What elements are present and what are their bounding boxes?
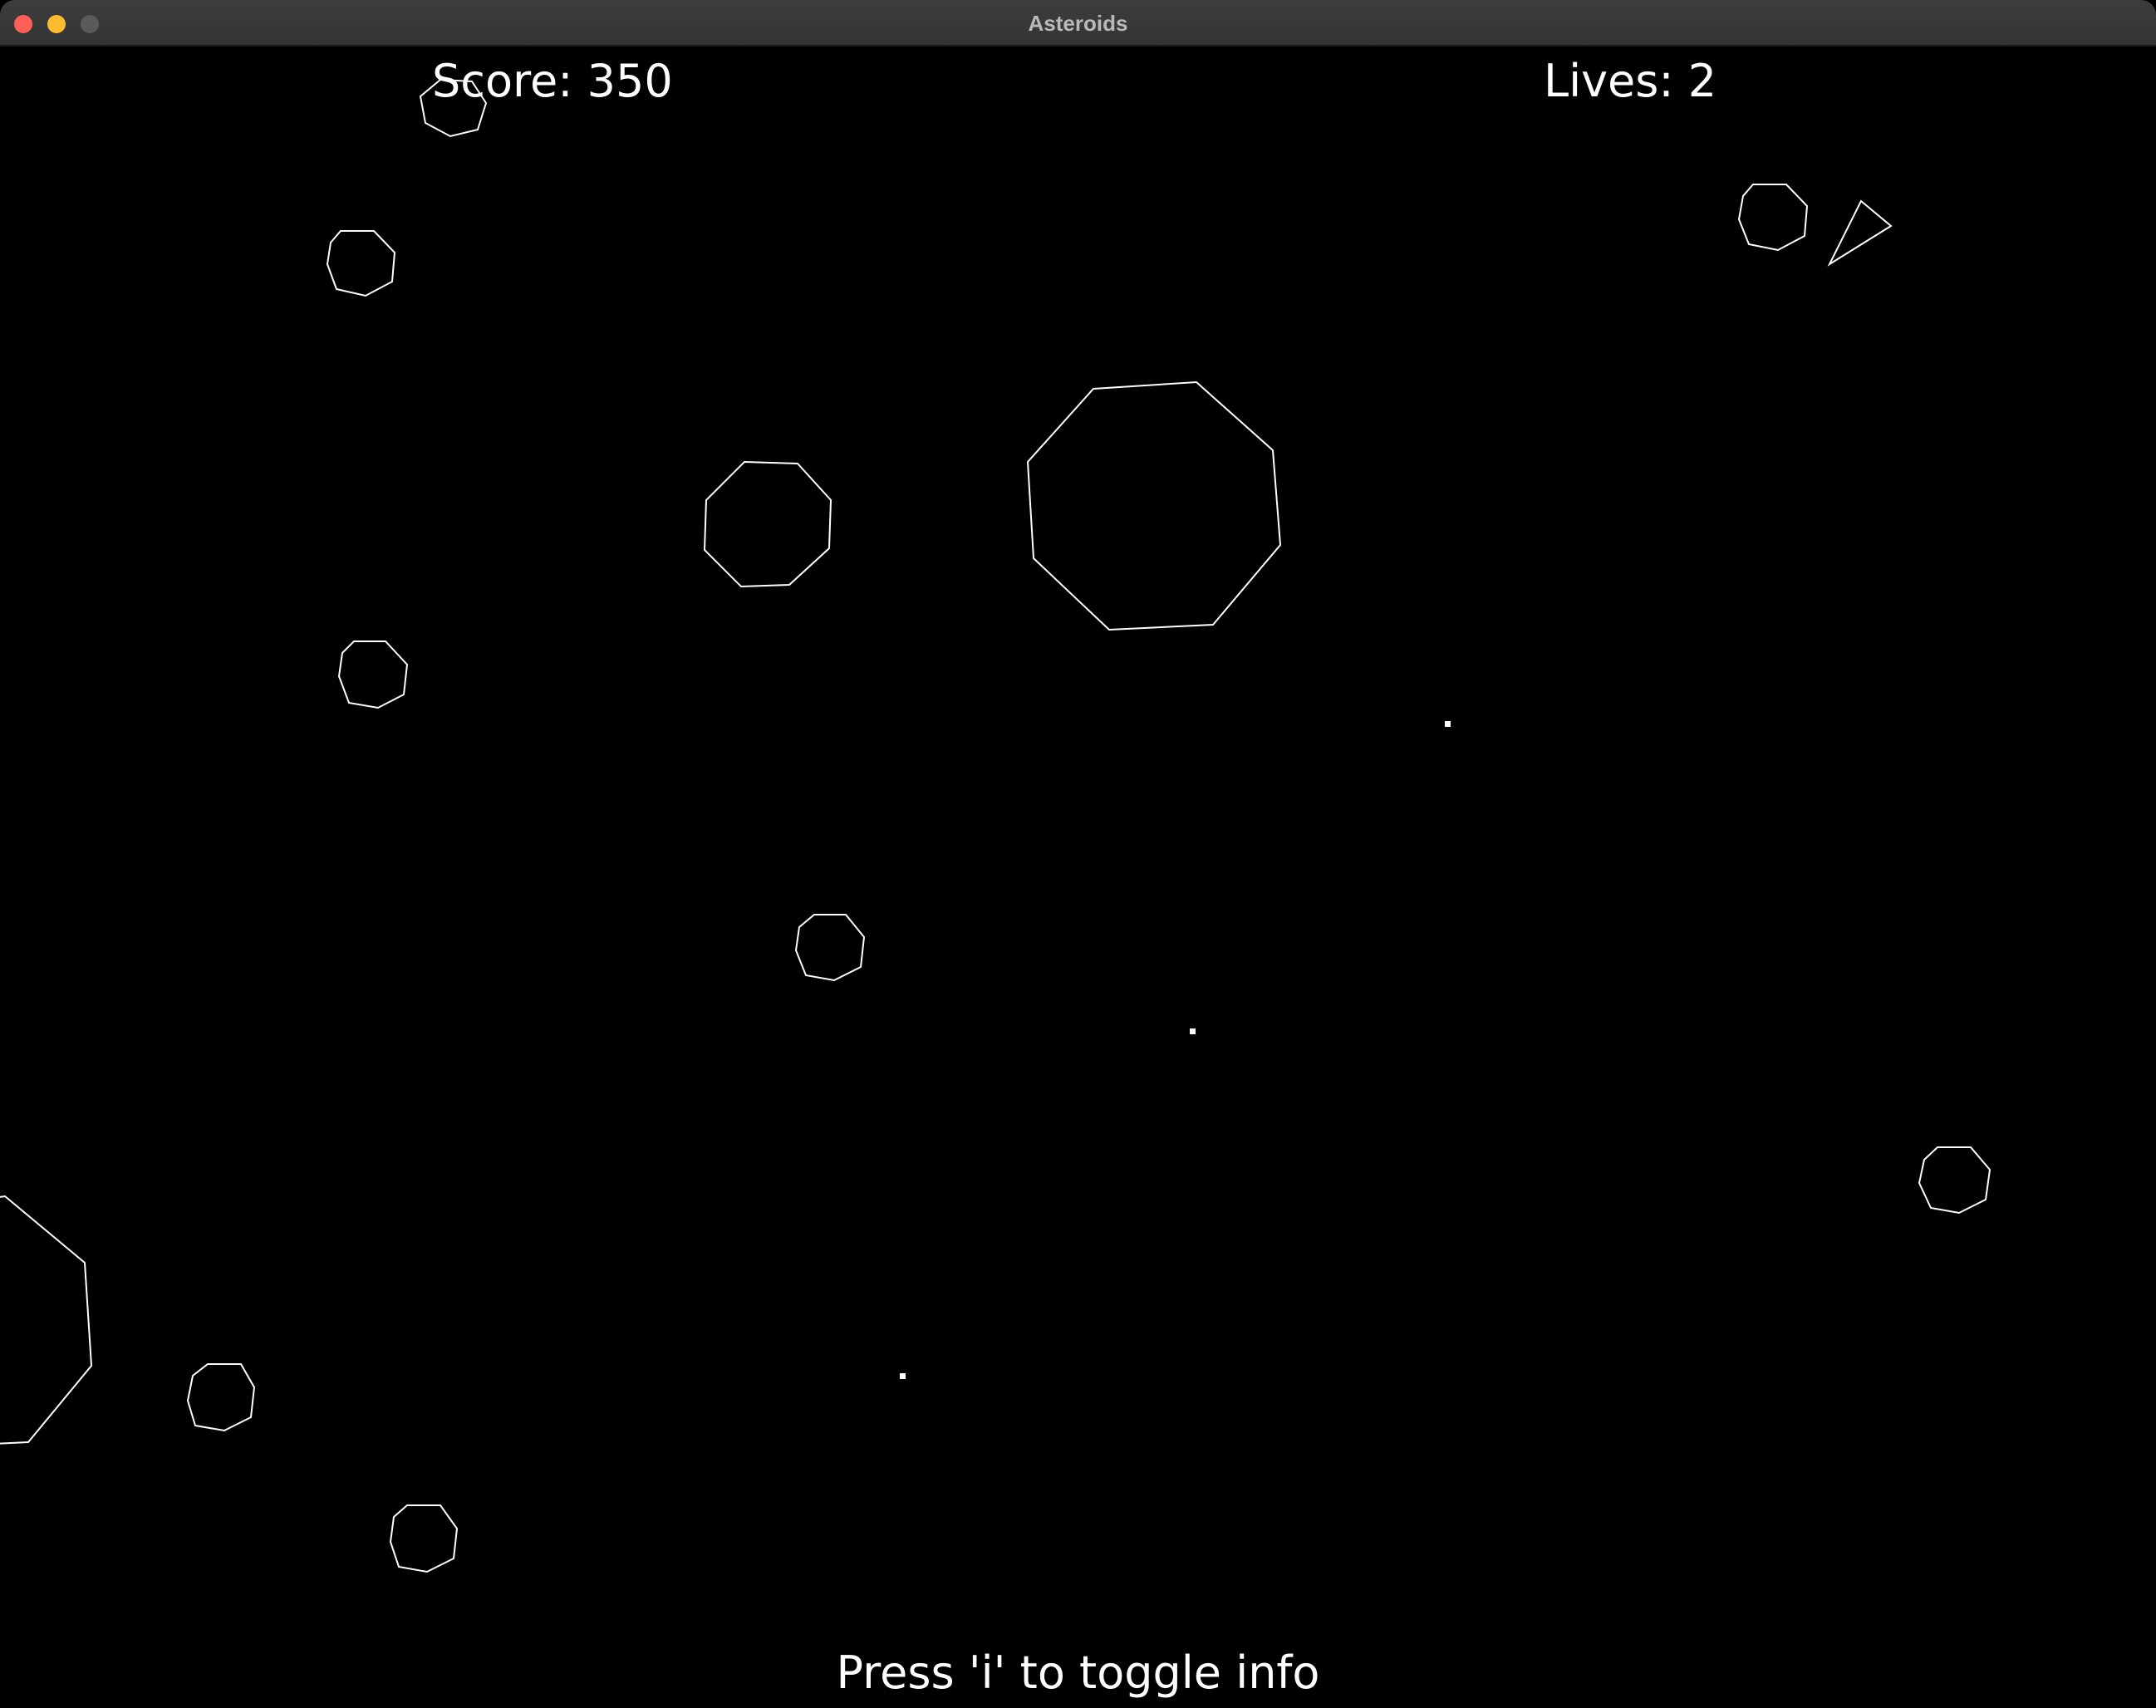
asteroid bbox=[703, 460, 832, 588]
asteroid bbox=[186, 1363, 256, 1432]
asteroid bbox=[326, 230, 396, 297]
bullet bbox=[1445, 721, 1451, 727]
window-title: Asteroids bbox=[1028, 11, 1128, 36]
asteroid bbox=[794, 914, 866, 982]
asteroid bbox=[389, 1504, 459, 1573]
title-bar[interactable]: Asteroids bbox=[0, 0, 2156, 47]
player-ship bbox=[1827, 199, 1893, 267]
bullet bbox=[900, 1373, 906, 1379]
score-display: Score: 350 bbox=[432, 55, 673, 107]
asteroid bbox=[1026, 380, 1282, 631]
asteroid bbox=[0, 1195, 93, 1445]
bullet bbox=[1190, 1028, 1196, 1034]
app-window: Asteroids Score: 350 Lives: 2 Press 'i' … bbox=[0, 0, 2156, 1708]
playfield bbox=[0, 78, 1991, 1573]
asteroid bbox=[1918, 1146, 1991, 1215]
asteroid bbox=[337, 640, 409, 709]
asteroid bbox=[1737, 184, 1809, 252]
game-canvas[interactable]: Score: 350 Lives: 2 Press 'i' to toggle … bbox=[0, 47, 2156, 1708]
lives-display: Lives: 2 bbox=[1544, 55, 1717, 107]
info-hint: Press 'i' to toggle info bbox=[836, 1647, 1320, 1699]
